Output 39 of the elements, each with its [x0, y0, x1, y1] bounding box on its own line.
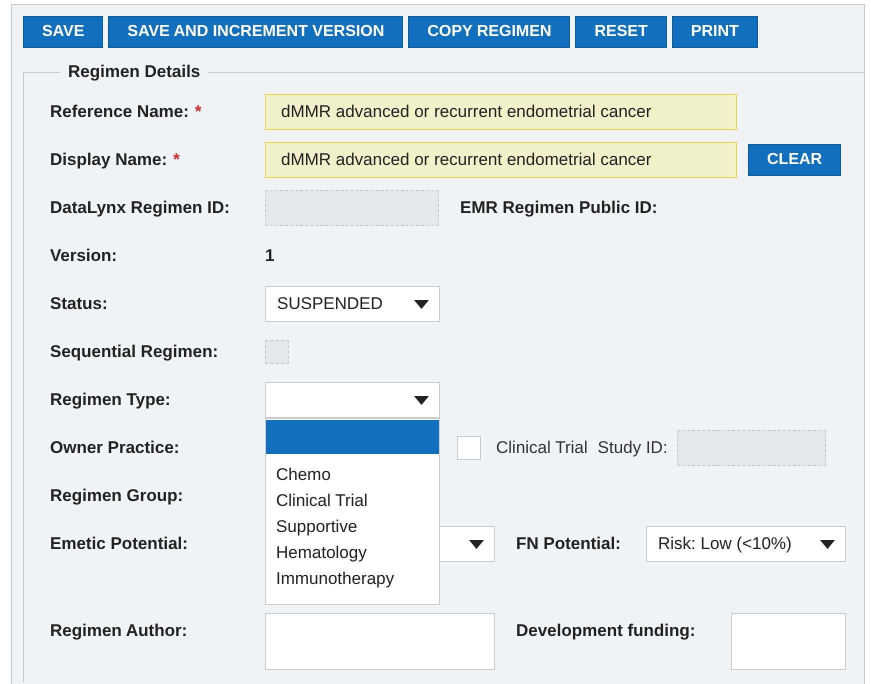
text-field[interactable]: dMMR advanced or recurrent endometrial cancer [265, 94, 737, 130]
caret-icon [469, 540, 484, 548]
field-label: Display Name: [50, 150, 168, 170]
caret-icon [414, 396, 429, 404]
field-label: Development funding: [516, 620, 696, 641]
field-label: EMR Regimen Public ID: [460, 198, 658, 218]
toolbar-button[interactable]: COPY REGIMEN [408, 16, 570, 48]
toolbar-button[interactable]: RESET [575, 16, 667, 48]
status-select[interactable]: SUSPENDED [265, 286, 440, 322]
toolbar-button[interactable]: SAVE AND INCREMENT VERSION [108, 16, 404, 48]
toolbar-button[interactable]: SAVE [23, 16, 104, 48]
toolbar-button[interactable]: PRINT [672, 16, 758, 48]
field-label: Regimen Author: [50, 621, 188, 641]
checkbox[interactable] [457, 436, 481, 460]
field-label: Reference Name: [50, 102, 189, 122]
field-label: Sequential Regimen: [50, 342, 220, 362]
clear-button[interactable]: CLEAR [748, 144, 842, 176]
field-label: DataLynx Regimen ID: [50, 198, 231, 218]
field-value: 1 [265, 246, 274, 266]
field-label: Status: [50, 294, 109, 314]
field-label: FN Potential: [516, 534, 622, 554]
funding-field[interactable] [731, 613, 846, 670]
text-field[interactable]: dMMR advanced or recurrent endometrial cancer [265, 142, 737, 178]
field-label: Version: [50, 246, 118, 266]
author-field[interactable] [265, 613, 495, 670]
field-label: Emetic Potential: [50, 534, 189, 554]
section-title: Regimen Details [67, 62, 202, 82]
fn-select[interactable]: Risk: Low (<10%) [646, 526, 846, 562]
checkbox-label: Clinical Trial [496, 438, 588, 458]
type-select[interactable] [265, 382, 440, 418]
required-asterisk: * [194, 102, 202, 122]
field-label: Regimen Type: [50, 390, 172, 410]
caret-icon [414, 300, 429, 308]
field-label: Regimen Group: [50, 486, 184, 506]
field-label: Owner Practice: [50, 438, 180, 458]
field-label: Study ID: [598, 438, 668, 458]
blank-option[interactable] [266, 420, 439, 454]
caret-icon [820, 540, 835, 548]
required-asterisk: * [173, 150, 180, 170]
